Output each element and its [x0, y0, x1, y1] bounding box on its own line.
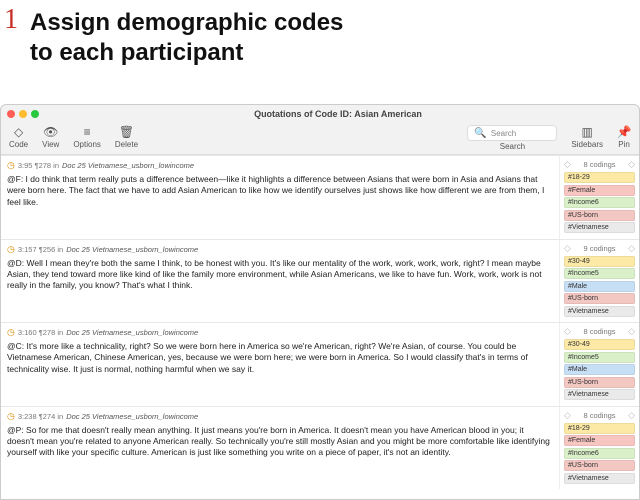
code-tag[interactable]: #Male [564, 364, 635, 375]
step-title-line1: Assign demographic codes [30, 8, 343, 38]
clock-icon: ◷ [7, 160, 15, 171]
diamond-icon[interactable]: ◇ [564, 159, 571, 170]
quotation-row[interactable]: ◷3:238 ¶274 inDoc 25 Vietnamese_usborn_l… [1, 406, 639, 490]
ref-doc: Doc 25 Vietnamese_usborn_lowincome [66, 245, 198, 254]
maximize-icon[interactable] [31, 110, 39, 118]
quotation-text: @F: I do think that term really puts a d… [7, 174, 553, 208]
app-window: Quotations of Code ID: Asian American ◇C… [0, 104, 640, 500]
code-tag[interactable]: #30-49 [564, 256, 635, 267]
ref-doc: Doc 25 Vietnamese_usborn_lowincome [66, 328, 198, 337]
code-tag[interactable]: #US-born [564, 460, 635, 471]
codings-panel: ◇ 8 codings ◇ #18-29#Female #Income6#US-born… [559, 407, 639, 490]
codings-panel: ◇ 8 codings ◇ #18-29 #Female#Income6 #US-born… [559, 156, 639, 239]
code-tag[interactable]: #Income6 [564, 448, 635, 459]
delete-button[interactable]: 🗑Delete [115, 125, 138, 149]
view-label: View [42, 140, 59, 149]
quotation-row[interactable]: ◷3:95 ¶278 inDoc 25 Vietnamese_usborn_lo… [1, 155, 639, 239]
diamond-icon[interactable]: ◇ [628, 159, 635, 170]
diamond-icon[interactable]: ◇ [628, 410, 635, 421]
quotation-ref: ◷3:157 ¶256 inDoc 25 Vietnamese_usborn_l… [7, 244, 553, 255]
diamond-icon[interactable]: ◇ [628, 243, 635, 254]
code-tag[interactable]: #Male [564, 281, 635, 292]
code-tag[interactable]: #US-born [564, 293, 635, 304]
ref-doc: Doc 25 Vietnamese_usborn_lowincome [66, 412, 198, 421]
sidebars-label: Sidebars [571, 140, 603, 149]
pin-label: Pin [618, 140, 630, 149]
step-title-line2: to each participant [30, 38, 343, 68]
quotation-ref: ◷3:160 ¶278 inDoc 25 Vietnamese_usborn_l… [7, 327, 553, 338]
code-tag[interactable]: #Income5 [564, 352, 635, 363]
code-tag[interactable]: #30-49 [564, 339, 635, 350]
quotation-text: @P: So for me that doesn't really mean a… [7, 425, 553, 459]
code-tag[interactable]: #Income5 [564, 268, 635, 279]
ref-loc: 3:238 ¶274 in [18, 412, 63, 421]
pin-icon: 📌 [617, 125, 631, 139]
code-tag[interactable]: #Vietnamese [564, 389, 635, 400]
quotation-row[interactable]: ◷3:157 ¶256 inDoc 25 Vietnamese_usborn_l… [1, 239, 639, 323]
step-title: Assign demographic codes to each partici… [30, 8, 343, 68]
step-number: 1 [4, 4, 18, 36]
quotation-text: @D: Well I mean they're both the same I … [7, 258, 553, 292]
code-tag[interactable]: #Vietnamese [564, 222, 635, 233]
minimize-icon[interactable] [19, 110, 27, 118]
quotation-ref: ◷3:238 ¶274 inDoc 25 Vietnamese_usborn_l… [7, 411, 553, 422]
code-tag[interactable]: #US-born [564, 210, 635, 221]
search-input[interactable]: 🔍 Search [467, 125, 557, 141]
sliders-icon: ≡ [80, 125, 94, 139]
code-label: Code [9, 140, 28, 149]
search-icon: 🔍 [474, 128, 486, 139]
code-tag[interactable]: #US-born [564, 377, 635, 388]
sidebars-button[interactable]: ▥Sidebars [571, 125, 603, 149]
options-button[interactable]: ≡Options [73, 125, 101, 149]
code-tag[interactable]: #Female [564, 185, 635, 196]
clock-icon: ◷ [7, 327, 15, 338]
diamond-icon[interactable]: ◇ [628, 326, 635, 337]
code-tag[interactable]: #18-29 [564, 172, 635, 183]
window-title: Quotations of Code ID: Asian American [43, 109, 633, 119]
codings-count: 8 codings [583, 327, 615, 336]
search-placeholder: Search [491, 129, 516, 138]
codings-count: 9 codings [583, 244, 615, 253]
codings-panel: ◇ 8 codings ◇ #30-49 #Income5#Male #US-born#V… [559, 323, 639, 406]
tag-icon: ◇ [12, 125, 26, 139]
ref-doc: Doc 25 Vietnamese_usborn_lowincome [62, 161, 194, 170]
toolbar: ◇Code 👁View ≡Options 🗑Delete 🔍 Search Se… [1, 123, 639, 155]
code-tag[interactable]: #Vietnamese [564, 306, 635, 317]
eye-icon: 👁 [44, 125, 58, 139]
ref-loc: 3:95 ¶278 in [18, 161, 59, 170]
clock-icon: ◷ [7, 411, 15, 422]
trash-icon: 🗑 [119, 125, 133, 139]
codings-count: 8 codings [583, 160, 615, 169]
options-label: Options [73, 140, 101, 149]
code-tag[interactable]: #Female [564, 435, 635, 446]
pin-button[interactable]: 📌Pin [617, 125, 631, 149]
quotation-row[interactable]: ◷3:160 ¶278 inDoc 25 Vietnamese_usborn_l… [1, 322, 639, 406]
code-tag[interactable]: #18-29 [564, 423, 635, 434]
code-button[interactable]: ◇Code [9, 125, 28, 149]
diamond-icon[interactable]: ◇ [564, 326, 571, 337]
sidebar-icon: ▥ [580, 125, 594, 139]
codings-count: 8 codings [583, 411, 615, 420]
codings-panel: ◇ 9 codings ◇ #30-49#Income5 #Male#US-born #V… [559, 240, 639, 323]
diamond-icon[interactable]: ◇ [564, 243, 571, 254]
quotation-list: ◷3:95 ¶278 inDoc 25 Vietnamese_usborn_lo… [1, 155, 639, 499]
quotation-text: @C: It's more like a technicality, right… [7, 341, 553, 375]
titlebar: Quotations of Code ID: Asian American [1, 105, 639, 123]
ref-loc: 3:157 ¶256 in [18, 245, 63, 254]
code-tag[interactable]: #Vietnamese [564, 473, 635, 484]
close-icon[interactable] [7, 110, 15, 118]
clock-icon: ◷ [7, 244, 15, 255]
code-tag[interactable]: #Income6 [564, 197, 635, 208]
quotation-ref: ◷3:95 ¶278 inDoc 25 Vietnamese_usborn_lo… [7, 160, 553, 171]
view-button[interactable]: 👁View [42, 125, 59, 149]
diamond-icon[interactable]: ◇ [564, 410, 571, 421]
delete-label: Delete [115, 140, 138, 149]
search-label: Search [500, 142, 525, 151]
ref-loc: 3:160 ¶278 in [18, 328, 63, 337]
